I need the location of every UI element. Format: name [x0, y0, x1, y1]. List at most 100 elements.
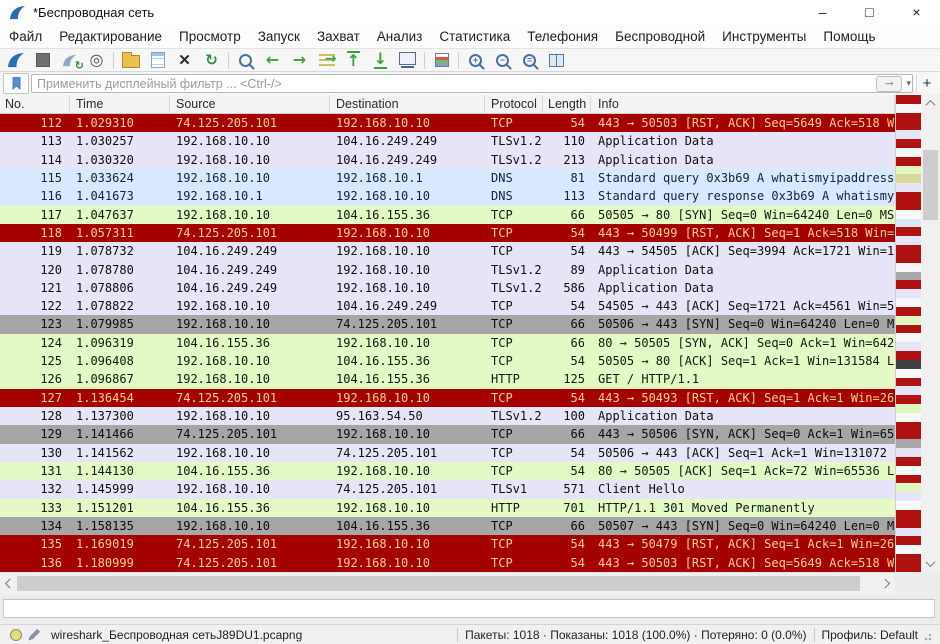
- close-file-button[interactable]: ✕: [171, 50, 198, 71]
- packet-row-135[interactable]: 1351.16901974.125.205.101192.168.10.10TC…: [0, 535, 895, 553]
- packet-row-130[interactable]: 1301.141562192.168.10.1074.125.205.101TC…: [0, 444, 895, 462]
- packet-row-133[interactable]: 1331.151201104.16.155.36192.168.10.10HTT…: [0, 499, 895, 517]
- menu-item-capture[interactable]: Захват: [317, 29, 360, 44]
- zoom-original-button[interactable]: =: [516, 50, 543, 71]
- column-header-destination[interactable]: Destination: [330, 95, 485, 113]
- column-header-source[interactable]: Source: [170, 95, 330, 113]
- packet-row-123[interactable]: 1231.079985192.168.10.1074.125.205.101TC…: [0, 315, 895, 333]
- menu-item-wireless[interactable]: Беспроводной: [615, 29, 705, 44]
- zoom-in-button[interactable]: +: [462, 50, 489, 71]
- cell-destination: 192.168.10.10: [330, 535, 485, 553]
- find-packet-button[interactable]: [232, 50, 259, 71]
- column-header-no[interactable]: No.: [0, 95, 70, 113]
- capture-comment-pencil-icon[interactable]: [28, 628, 41, 641]
- expert-info-icon[interactable]: [10, 629, 22, 641]
- packet-row-126[interactable]: 1261.096867192.168.10.10104.16.155.36HTT…: [0, 370, 895, 388]
- scroll-right-button[interactable]: [878, 573, 895, 594]
- packet-row-128[interactable]: 1281.137300192.168.10.1095.163.54.50TLSv…: [0, 407, 895, 425]
- apply-filter-button[interactable]: ➞: [876, 76, 902, 92]
- close-button[interactable]: ×: [893, 0, 940, 24]
- packet-row-114[interactable]: 1141.030320192.168.10.10104.16.249.249TL…: [0, 151, 895, 169]
- profile-label[interactable]: Профиль: Default: [822, 628, 919, 642]
- open-file-button[interactable]: [117, 50, 144, 71]
- start-capture-button[interactable]: [2, 50, 29, 71]
- scroll-down-button[interactable]: [921, 555, 940, 572]
- go-forward-button[interactable]: →: [286, 50, 313, 71]
- restart-capture-button[interactable]: ↻: [56, 50, 83, 71]
- intelligent-scrollbar-minimap[interactable]: [895, 95, 921, 572]
- go-to-first-button[interactable]: ↑: [340, 50, 367, 71]
- display-filter-input[interactable]: [31, 74, 913, 93]
- vertical-scrollbar[interactable]: [921, 95, 940, 572]
- scroll-left-button[interactable]: [0, 573, 17, 594]
- maximize-button[interactable]: □: [846, 0, 893, 24]
- cell-destination: 74.125.205.101: [330, 444, 485, 462]
- cell-length: 81: [543, 169, 591, 187]
- menu-item-view[interactable]: Просмотр: [179, 29, 241, 44]
- packet-row-115[interactable]: 1151.033624192.168.10.10192.168.10.1DNS8…: [0, 169, 895, 187]
- menu-item-go[interactable]: Запуск: [258, 29, 300, 44]
- reload-file-button[interactable]: ↻: [198, 50, 225, 71]
- filter-bookmark-button[interactable]: [3, 73, 29, 94]
- packet-row-129[interactable]: 1291.14146674.125.205.101192.168.10.10TC…: [0, 425, 895, 443]
- capture-options-button[interactable]: ◎: [83, 50, 110, 71]
- packet-row-127[interactable]: 1271.13645474.125.205.101192.168.10.10TC…: [0, 389, 895, 407]
- magnifier-icon: [239, 54, 252, 67]
- packet-row-113[interactable]: 1131.030257192.168.10.10104.16.249.249TL…: [0, 132, 895, 150]
- menu-item-tools[interactable]: Инструменты: [722, 29, 806, 44]
- auto-scroll-button[interactable]: [394, 50, 421, 71]
- cell-protocol: TCP: [485, 462, 543, 480]
- stop-capture-button[interactable]: [29, 50, 56, 71]
- add-filter-button[interactable]: +: [916, 74, 937, 93]
- go-back-button[interactable]: ←: [259, 50, 286, 71]
- filter-history-caret-icon[interactable]: ▾: [906, 79, 911, 89]
- scroll-up-button[interactable]: [921, 95, 940, 112]
- go-to-packet-button[interactable]: →: [313, 50, 340, 71]
- save-file-button[interactable]: [144, 50, 171, 71]
- packet-row-134[interactable]: 1341.158135192.168.10.10104.16.155.36TCP…: [0, 517, 895, 535]
- packet-row-118[interactable]: 1181.05731174.125.205.101192.168.10.10TC…: [0, 224, 895, 242]
- stop-square-icon: [36, 53, 50, 67]
- cell-no: 118: [0, 224, 70, 242]
- packet-row-119[interactable]: 1191.078732104.16.249.249192.168.10.10TC…: [0, 242, 895, 260]
- horizontal-scrollbar-thumb[interactable]: [17, 576, 860, 591]
- cell-length: 701: [543, 499, 591, 517]
- packet-row-124[interactable]: 1241.096319104.16.155.36192.168.10.10TCP…: [0, 334, 895, 352]
- menu-item-help[interactable]: Помощь: [823, 29, 875, 44]
- packet-row-131[interactable]: 1311.144130104.16.155.36192.168.10.10TCP…: [0, 462, 895, 480]
- minimize-button[interactable]: –: [799, 0, 846, 24]
- menu-item-statistics[interactable]: Статистика: [439, 29, 510, 44]
- packet-row-116[interactable]: 1161.041673192.168.10.1192.168.10.10DNS1…: [0, 187, 895, 205]
- go-to-last-button[interactable]: ↓: [367, 50, 394, 71]
- column-header-protocol[interactable]: Protocol: [485, 95, 543, 113]
- menu-item-telephony[interactable]: Телефония: [527, 29, 598, 44]
- packet-row-117[interactable]: 1171.047637192.168.10.10104.16.155.36TCP…: [0, 206, 895, 224]
- menu-item-analyze[interactable]: Анализ: [377, 29, 423, 44]
- cell-source: 192.168.10.10: [170, 517, 330, 535]
- vertical-scrollbar-thumb[interactable]: [923, 150, 938, 220]
- cell-no: 135: [0, 535, 70, 553]
- column-header-info[interactable]: Info: [591, 95, 895, 113]
- horizontal-scrollbar[interactable]: [0, 572, 895, 594]
- gear-icon: ◎: [90, 52, 104, 68]
- column-header-length[interactable]: Length: [543, 95, 591, 113]
- cell-info: GET / HTTP/1.1: [591, 370, 895, 388]
- packet-row-112[interactable]: 1121.02931074.125.205.101192.168.10.10TC…: [0, 114, 895, 132]
- packet-row-136[interactable]: 1361.18099974.125.205.101192.168.10.10TC…: [0, 554, 895, 572]
- packet-details-pane-inner[interactable]: [3, 599, 935, 618]
- packet-row-122[interactable]: 1221.078822192.168.10.10104.16.249.249TC…: [0, 297, 895, 315]
- resize-columns-button[interactable]: [543, 50, 570, 71]
- packet-row-121[interactable]: 1211.078806104.16.249.249192.168.10.10TL…: [0, 279, 895, 297]
- packet-row-120[interactable]: 1201.078780104.16.249.249192.168.10.10TL…: [0, 261, 895, 279]
- zoom-out-button[interactable]: −: [489, 50, 516, 71]
- menu-item-file[interactable]: Файл: [9, 29, 42, 44]
- menu-item-edit[interactable]: Редактирование: [59, 29, 162, 44]
- column-header-time[interactable]: Time: [70, 95, 170, 113]
- cell-no: 133: [0, 499, 70, 517]
- resize-grip[interactable]: [924, 629, 934, 641]
- cell-source: 104.16.155.36: [170, 462, 330, 480]
- packet-row-125[interactable]: 1251.096408192.168.10.10104.16.155.36TCP…: [0, 352, 895, 370]
- packet-row-132[interactable]: 1321.145999192.168.10.1074.125.205.101TL…: [0, 480, 895, 498]
- arrow-up-icon: ↑: [347, 51, 360, 69]
- colorize-packets-button[interactable]: [428, 50, 455, 71]
